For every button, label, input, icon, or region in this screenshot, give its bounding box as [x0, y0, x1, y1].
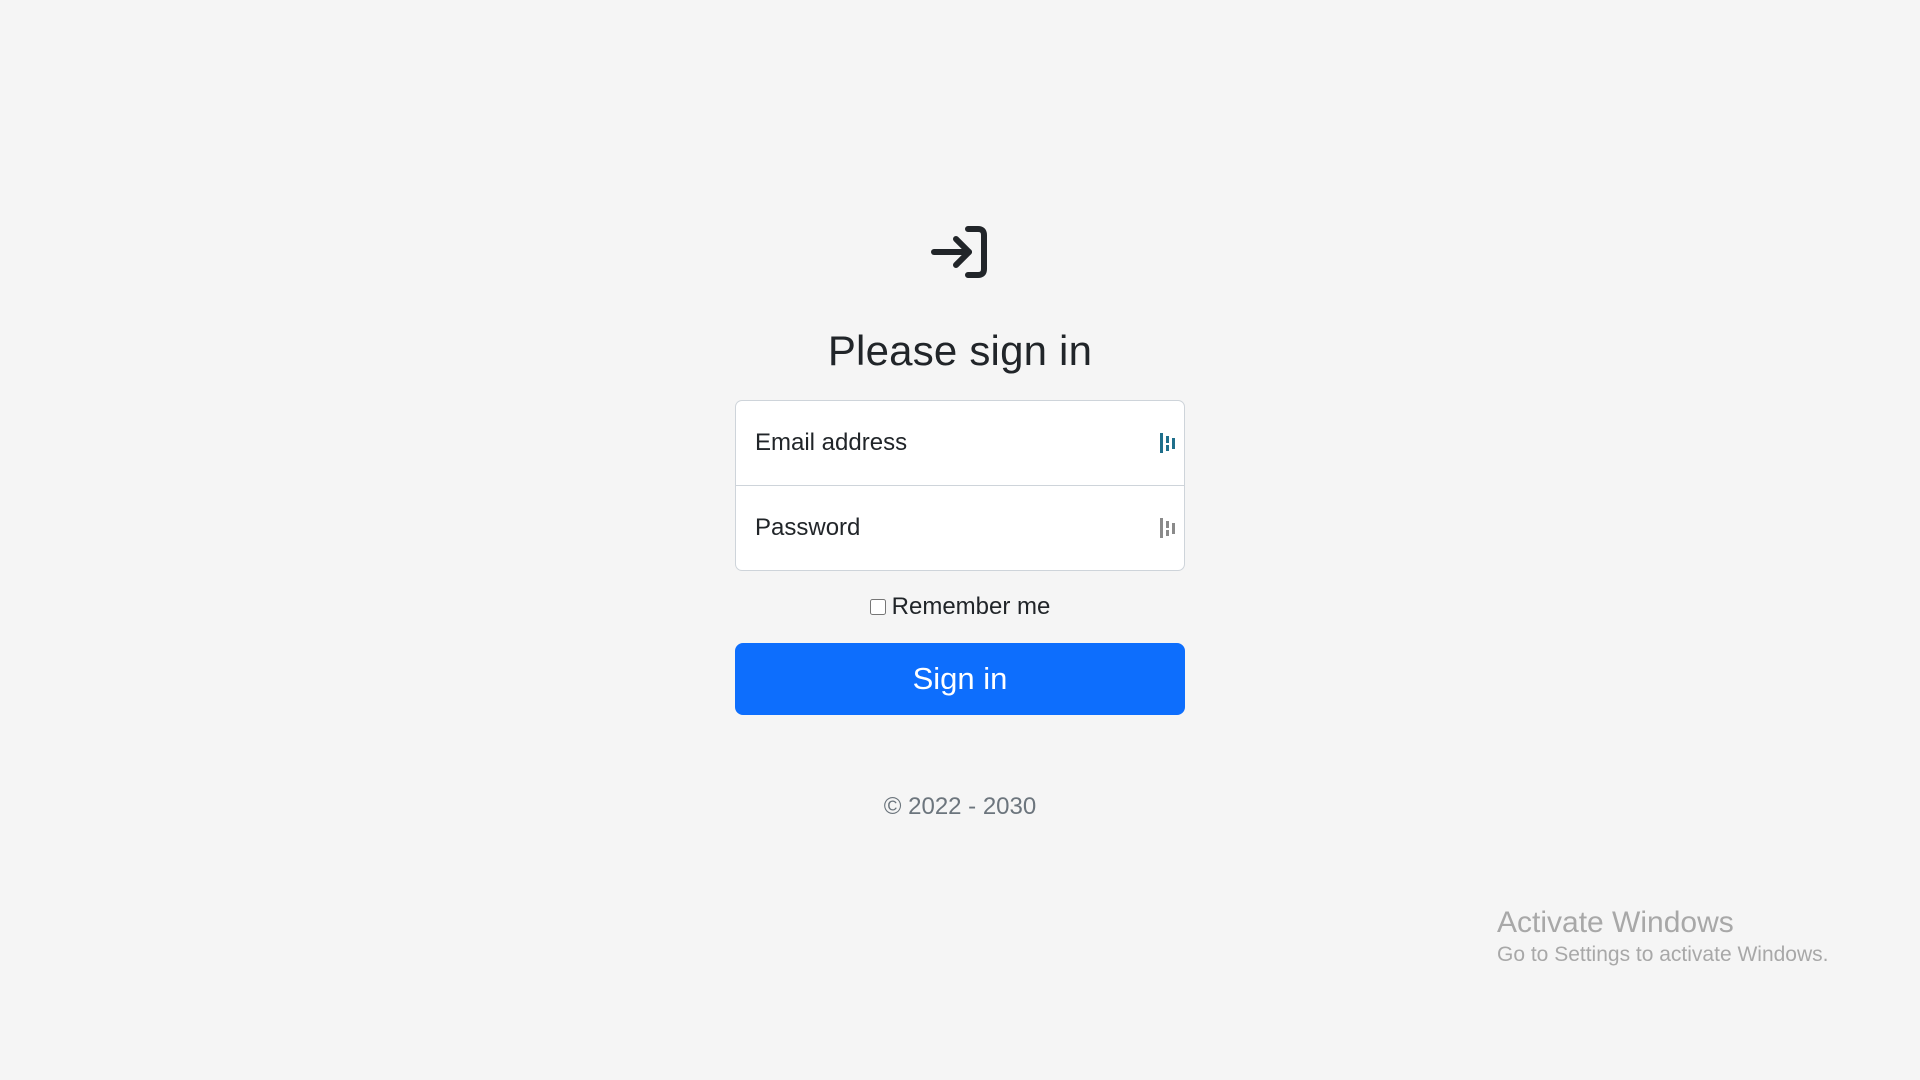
activate-windows-watermark: Activate Windows Go to Settings to activ…: [1497, 905, 1829, 967]
remember-me-label: Remember me: [891, 593, 1051, 621]
sign-in-button[interactable]: Sign in: [735, 643, 1185, 716]
password-field-wrapper: [736, 485, 1184, 571]
remember-me[interactable]: Remember me: [735, 593, 1185, 621]
remember-me-checkbox[interactable]: [869, 599, 886, 616]
email-field[interactable]: [736, 401, 1184, 486]
box-arrow-in-right-icon: [931, 226, 987, 278]
page-title: Please sign in: [827, 327, 1093, 374]
password-manager-fill-icon[interactable]: [1159, 517, 1177, 539]
watermark-subtitle: Go to Settings to activate Windows.: [1497, 943, 1829, 966]
copyright: © 2022 - 2030: [883, 793, 1037, 821]
credentials-group: [735, 400, 1185, 572]
signin-form: Please sign in Remember me Sign in ©: [735, 220, 1185, 845]
password-field[interactable]: [736, 486, 1184, 571]
password-manager-fill-icon[interactable]: [1159, 432, 1177, 454]
watermark-title: Activate Windows: [1497, 906, 1734, 939]
email-field-wrapper: [736, 401, 1184, 486]
